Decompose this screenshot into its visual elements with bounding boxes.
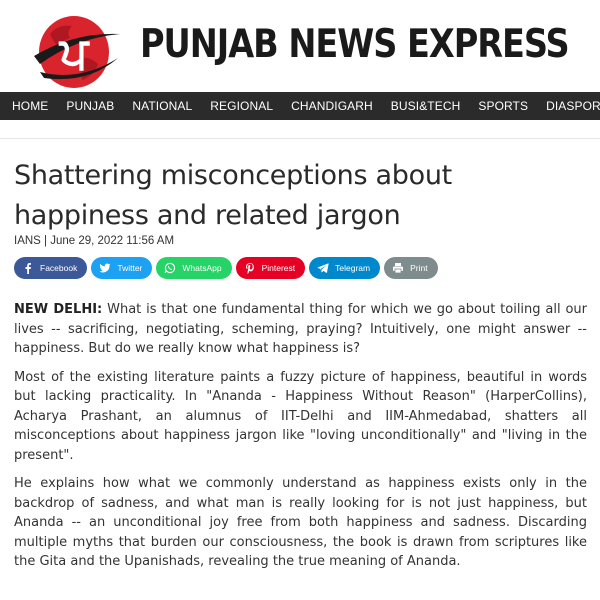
twitter-share-button[interactable]: Twitter [91,257,153,279]
article-title: Shattering misconceptions about happines… [14,160,452,231]
twitter-icon [99,262,111,274]
article-byline: IANS | June 29, 2022 11:56 AM [14,235,175,247]
pinterest-share-button[interactable]: Pinterest [235,257,306,279]
nav-item-national[interactable]: NATIONAL [132,99,192,113]
telegram-icon [317,262,329,274]
brand-name[interactable]: PUNJAB NEWS EXPRESS [140,22,570,67]
facebook-share-button[interactable]: Facebook [14,257,88,279]
nav-item-business-tech[interactable]: BUSI&TECH [391,99,461,113]
print-button[interactable]: Print [384,257,438,279]
article-paragraph: He explains how what we commonly underst… [14,476,587,569]
whatsapp-icon [164,262,176,274]
nav-item-punjab[interactable]: PUNJAB [66,99,114,113]
facebook-share-label: Facebook [40,263,78,273]
whatsapp-share-label: WhatsApp [182,263,222,273]
telegram-share-button[interactable]: Telegram [309,257,381,279]
article-paragraph: Most of the existing literature paints a… [14,369,587,463]
facebook-icon [22,262,34,274]
telegram-share-label: Telegram [335,263,371,273]
main-nav: HOME PUNJAB NATIONAL REGIONAL CHANDIGARH… [0,92,600,120]
print-icon [392,262,404,274]
punjab-news-express-logo[interactable]: ਪ [30,12,122,92]
nav-item-chandigarh[interactable]: CHANDIGARH [291,99,373,113]
article-paragraph: NEW DELHI: What is that one fundamental … [14,300,587,359]
article-body: NEW DELHI: What is that one fundamental … [14,300,587,581]
pinterest-share-label: Pinterest [261,263,296,273]
pinterest-icon [244,262,256,274]
nav-item-sports[interactable]: SPORTS [478,99,528,113]
nav-item-regional[interactable]: REGIONAL [210,99,273,113]
print-label: Print [410,263,428,273]
content-divider [0,138,600,139]
share-buttons: Facebook Twitter WhatsApp Pinterest Tele… [14,257,438,279]
site-header: ਪ PUNJAB NEWS EXPRESS [0,0,600,92]
logo-letter: ਪ [58,28,90,79]
whatsapp-share-button[interactable]: WhatsApp [156,257,232,279]
nav-item-home[interactable]: HOME [12,99,48,113]
article-dateline: NEW DELHI: [14,302,103,317]
nav-item-diaspora[interactable]: DIASPORA [546,99,600,113]
twitter-share-label: Twitter [117,263,143,273]
